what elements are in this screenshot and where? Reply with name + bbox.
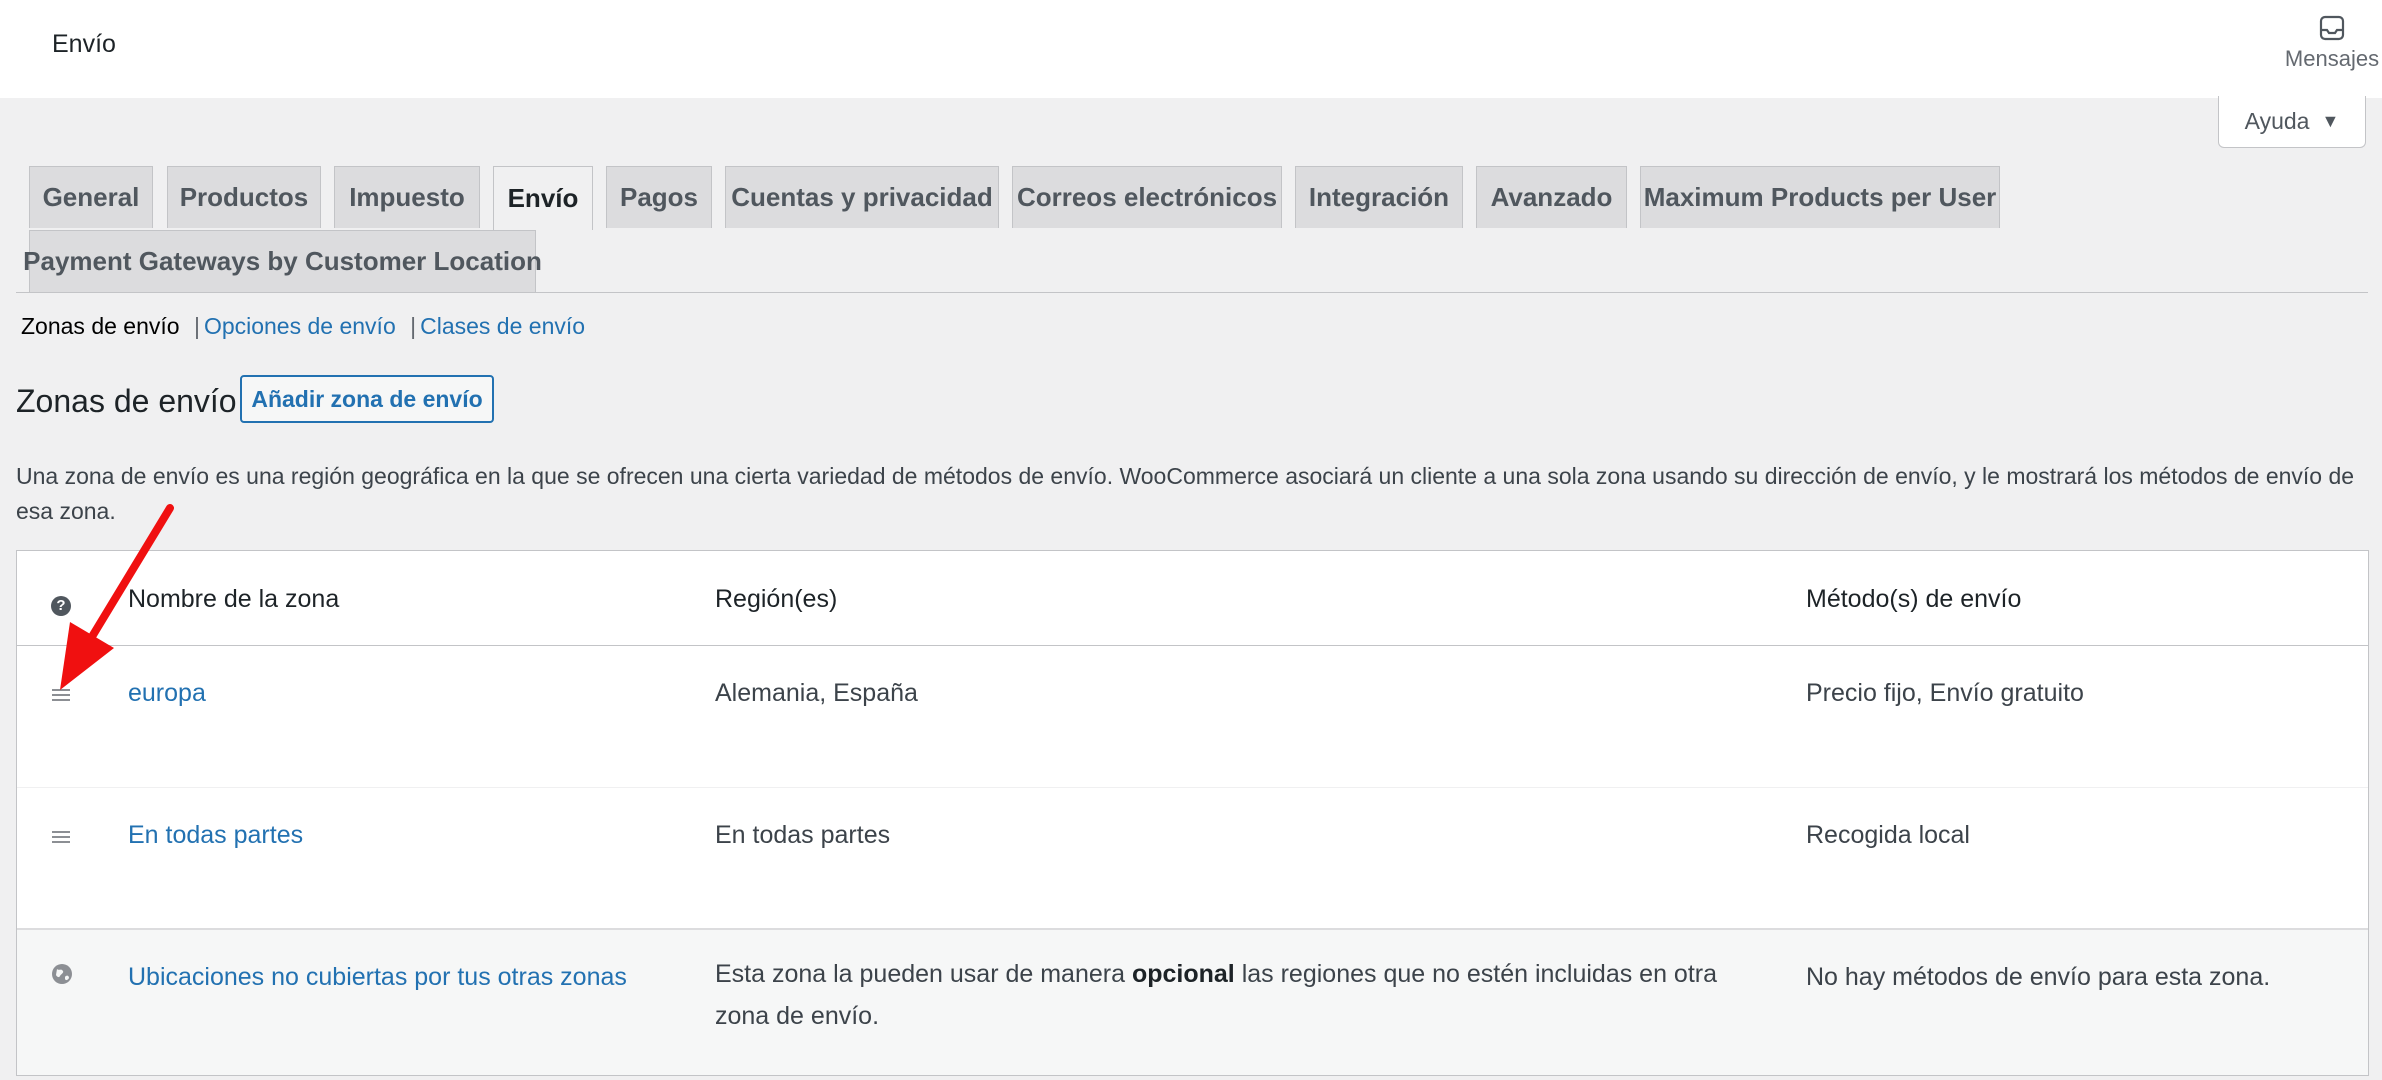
drag-handle-icon[interactable] [51, 821, 71, 852]
tab-envio[interactable]: Envío [493, 166, 593, 230]
drag-handle-icon[interactable] [51, 679, 71, 710]
tab-maximum-products[interactable]: Maximum Products per User [1640, 166, 2000, 228]
messages-button[interactable]: Mensajes [2282, 10, 2382, 90]
subnav-zonas[interactable]: Zonas de envío [21, 313, 180, 339]
section-description: Una zona de envío es una región geográfi… [16, 463, 2355, 524]
header-regions: Región(es) [715, 585, 838, 613]
zone-methods: Precio fijo, Envío gratuito [1806, 679, 2084, 707]
table-row: europa Alemania, España Precio fijo, Env… [17, 646, 2368, 788]
tab-impuesto[interactable]: Impuesto [334, 166, 480, 228]
help-label: Ayuda [2244, 108, 2310, 134]
table-row: En todas partes En todas partes Recogida… [17, 788, 2368, 930]
fallback-regions: Esta zona la pueden usar de manera opcio… [715, 953, 1765, 1037]
subnav-opciones-link[interactable]: Opciones de envío [204, 313, 396, 339]
globe-icon [51, 963, 73, 992]
fallback-methods: No hay métodos de envío para esta zona. [1806, 963, 2271, 991]
zone-methods: Recogida local [1806, 821, 1970, 849]
tab-correos[interactable]: Correos electrónicos [1012, 166, 1282, 228]
table-row-fallback: Ubicaciones no cubiertas por tus otras z… [17, 930, 2368, 1075]
tab-productos[interactable]: Productos [167, 166, 321, 228]
help-icon[interactable]: ? [51, 588, 71, 617]
inbox-icon [2319, 15, 2345, 41]
messages-label: Mensajes [2284, 46, 2380, 71]
fallback-regions-prefix: Esta zona la pueden usar de manera [715, 960, 1132, 988]
tab-avanzado[interactable]: Avanzado [1476, 166, 1627, 228]
shipping-subnav: Zonas de envío | Opciones de envío | Clase… [21, 313, 585, 340]
page-title: Envío [52, 30, 116, 58]
header-methods: Método(s) de envío [1806, 585, 2022, 613]
zone-regions: Alemania, España [715, 679, 918, 707]
help-button[interactable]: Ayuda ▼ [2218, 96, 2366, 148]
tabs-divider [16, 292, 2368, 293]
tab-pagos[interactable]: Pagos [606, 166, 712, 228]
header-name: Nombre de la zona [128, 585, 340, 613]
zones-table: ? Nombre de la zona Región(es) Método(s)… [16, 550, 2369, 1076]
tab-cuentas-privacidad[interactable]: Cuentas y privacidad [725, 166, 999, 228]
tab-general[interactable]: General [29, 166, 153, 228]
subnav-clases-link[interactable]: Clases de envío [420, 313, 585, 339]
table-header: ? Nombre de la zona Región(es) Método(s)… [17, 551, 2368, 646]
zone-regions: En todas partes [715, 821, 891, 849]
add-zone-button[interactable]: Añadir zona de envío [240, 375, 494, 423]
tab-payment-gateways[interactable]: Payment Gateways by Customer Location [23, 230, 542, 292]
zone-name-link[interactable]: europa [128, 679, 206, 708]
fallback-zone-link[interactable]: Ubicaciones no cubiertas por tus otras z… [128, 963, 627, 992]
caret-down-icon: ▼ [2321, 111, 2340, 131]
section-heading: Zonas de envío [16, 383, 237, 419]
subnav-separator: | [410, 313, 417, 339]
zone-name-link[interactable]: En todas partes [128, 821, 303, 850]
top-bar: Envío Mensajes [0, 0, 2382, 98]
fallback-regions-bold: opcional [1131, 960, 1235, 988]
subnav-separator: | [193, 313, 200, 339]
tab-integracion[interactable]: Integración [1295, 166, 1463, 228]
